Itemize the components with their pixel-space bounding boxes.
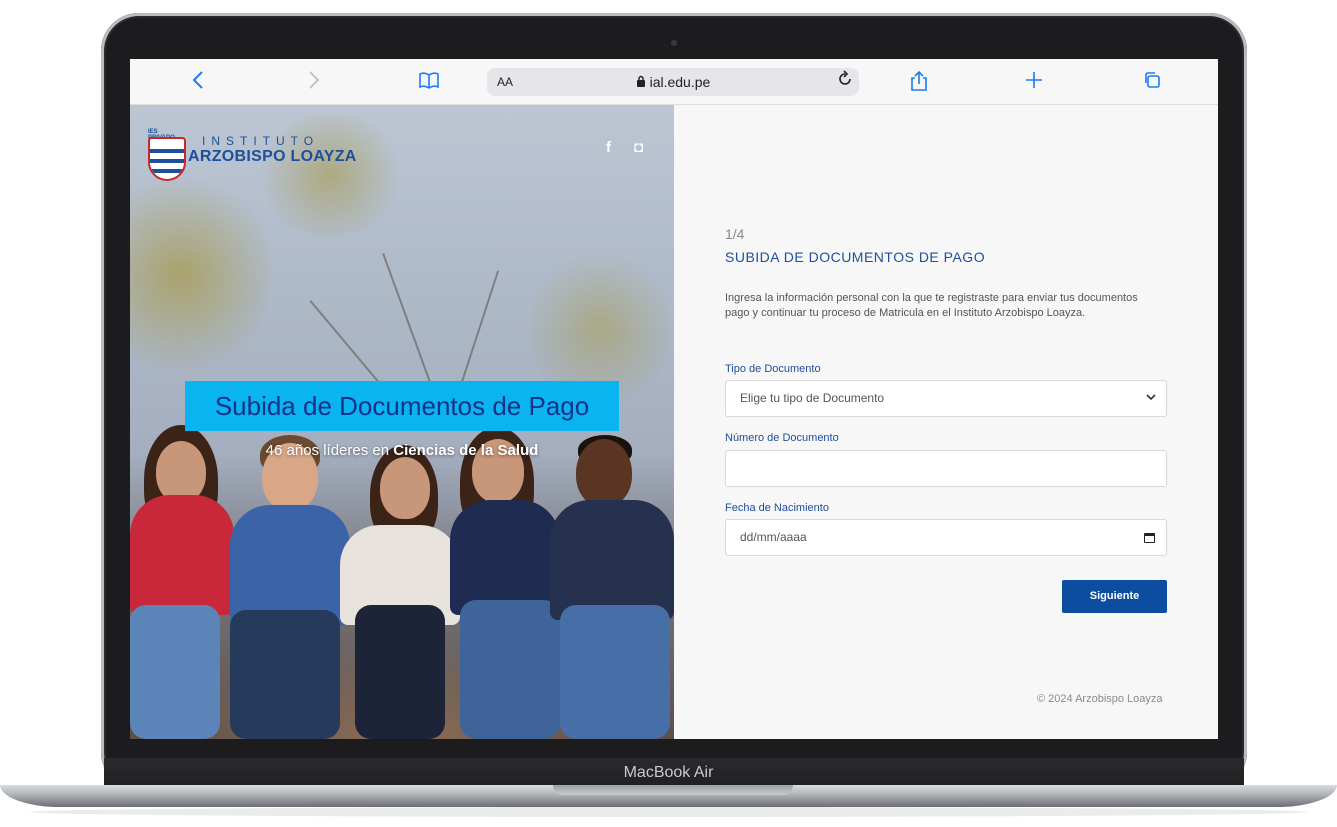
hero-subtitle-prefix: 46 años líderes en: [265, 442, 394, 459]
browser-toolbar: AA ial.edu.pe: [130, 59, 1218, 105]
instagram-icon[interactable]: ◘: [634, 139, 643, 156]
birth-date-placeholder: dd/mm/aaaa: [740, 530, 807, 544]
form-title: SUBIDA DE DOCUMENTOS DE PAGO: [725, 249, 986, 265]
device-label: MacBook Air: [623, 764, 714, 781]
footer-copyright: © 2024 Arzobispo Loayza: [1037, 693, 1163, 705]
url-text: ial.edu.pe: [649, 74, 711, 90]
hero-subtitle: 46 años líderes en Ciencias de la Salud: [130, 442, 674, 459]
branch: [382, 253, 432, 386]
url-display: ial.edu.pe: [487, 74, 859, 90]
bookmarks-icon[interactable]: [417, 70, 441, 94]
forward-icon[interactable]: [304, 70, 324, 94]
hero-banner: Subida de Documentos de Pago: [185, 381, 619, 431]
step-indicator: 1/4: [725, 226, 745, 242]
doc-type-select[interactable]: Elige tu tipo de Documento: [725, 380, 1167, 417]
address-bar[interactable]: AA ial.edu.pe: [487, 68, 859, 96]
next-button[interactable]: Siguiente: [1062, 580, 1167, 613]
foliage: [130, 165, 270, 385]
branch: [309, 300, 382, 386]
new-tab-icon[interactable]: [1023, 70, 1045, 94]
share-icon[interactable]: [908, 70, 930, 94]
back-icon[interactable]: [188, 70, 208, 94]
birth-date-input[interactable]: dd/mm/aaaa: [725, 519, 1167, 556]
calendar-icon[interactable]: [1144, 533, 1155, 543]
reload-icon[interactable]: [837, 70, 853, 93]
branch: [460, 270, 500, 386]
laptop-notch: [553, 785, 793, 795]
doc-type-value: Elige tu tipo de Documento: [740, 391, 885, 405]
chevron-down-icon: [1146, 381, 1156, 416]
tabs-icon[interactable]: [1141, 70, 1163, 94]
logo-shield-icon: [148, 137, 186, 181]
lock-icon: [636, 74, 650, 90]
doc-number-input[interactable]: [725, 450, 1167, 487]
hero-subtitle-bold: Ciencias de la Salud: [393, 442, 539, 459]
birth-date-label: Fecha de Nacimiento: [725, 502, 829, 514]
foliage: [250, 115, 410, 235]
doc-type-label: Tipo de Documento: [725, 363, 821, 375]
hero-image: IES PRIVADO INSTITUTO ARZOBISPO LOAYZA f…: [130, 105, 674, 739]
doc-number-label: Número de Documento: [725, 432, 839, 444]
form-panel: 1/4 SUBIDA DE DOCUMENTOS DE PAGO Ingresa…: [674, 105, 1218, 739]
logo-line1: INSTITUTO: [202, 134, 320, 148]
camera: [671, 40, 677, 46]
facebook-icon[interactable]: f: [606, 139, 611, 156]
logo-line2: ARZOBISPO LOAYZA: [188, 148, 357, 165]
laptop-shadow: [30, 807, 1307, 817]
form-intro: Ingresa la información personal con la q…: [725, 292, 1138, 319]
screen: AA ial.edu.pe IES INSTITUTO ARZOBISPO LO…: [130, 59, 1218, 739]
